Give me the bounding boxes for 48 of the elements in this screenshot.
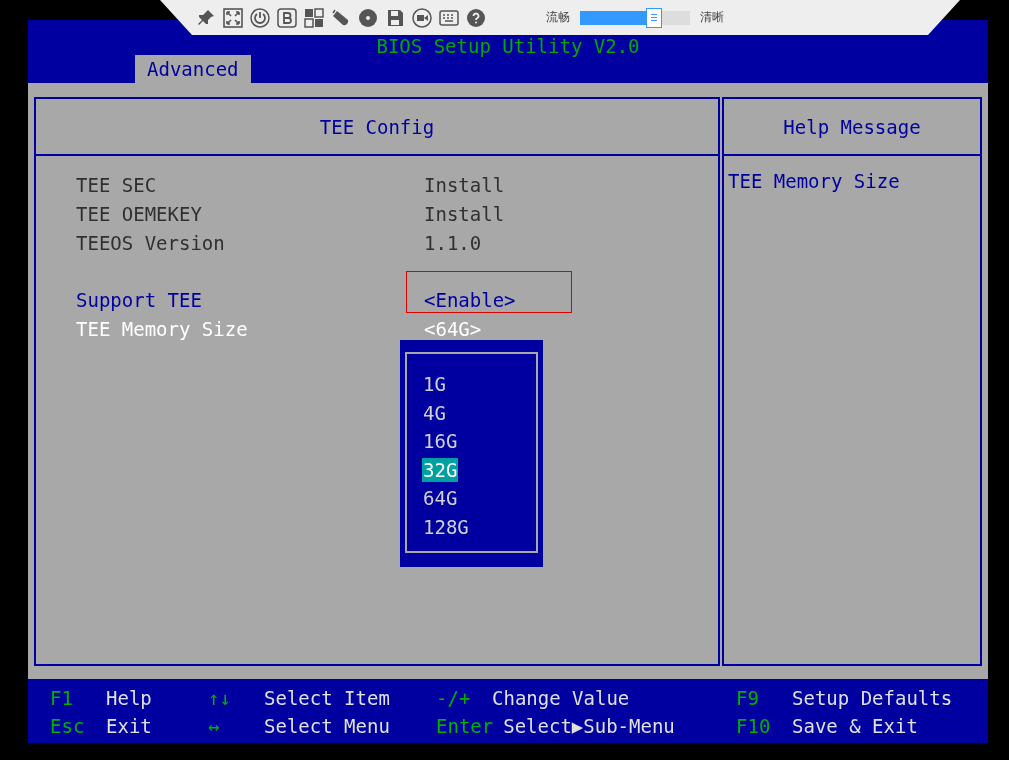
key-hint: Esc <box>50 714 86 737</box>
disc-icon[interactable] <box>358 7 378 28</box>
help-title: Help Message <box>783 115 921 138</box>
key-hint: F10 <box>736 714 772 737</box>
key-action: Select Item <box>264 686 390 709</box>
key-action: Help <box>106 686 152 709</box>
setting-label[interactable]: Support TEE <box>76 288 424 311</box>
option-item[interactable]: 128G <box>422 512 470 541</box>
setting-label: TEE SEC <box>76 173 158 196</box>
key-action: Select Menu <box>264 714 390 737</box>
setting-value[interactable]: <Enable> <box>424 288 516 311</box>
quality-high-label: 清晰 <box>700 9 724 26</box>
keyboard-icon[interactable] <box>439 7 459 28</box>
quality-low-label: 流畅 <box>546 9 570 26</box>
bios-title: BIOS Setup Utility V2.0 <box>376 35 640 57</box>
key-action: Setup Defaults <box>792 686 953 709</box>
pin-icon[interactable] <box>196 7 216 28</box>
setting-value: Install <box>424 173 505 196</box>
option-item[interactable]: 64G <box>422 484 459 513</box>
option-item[interactable]: 16G <box>422 427 459 456</box>
help-icon[interactable] <box>466 7 486 28</box>
setting-value: Install <box>424 202 505 225</box>
option-item[interactable]: 32G <box>422 457 459 482</box>
key-hint: Enter <box>436 714 494 737</box>
setting-value: 1.1.0 <box>424 231 482 254</box>
key-action: Change Value <box>492 686 630 709</box>
option-item[interactable]: 1G <box>422 370 447 399</box>
fullscreen-icon[interactable] <box>223 7 243 28</box>
floppy-icon[interactable] <box>385 7 405 28</box>
power-icon[interactable] <box>250 7 270 28</box>
key-hint: F1 <box>50 686 74 709</box>
key-hint: ↑↓ <box>208 686 232 709</box>
key-hint: ↔ <box>208 714 221 737</box>
panel-title: TEE Config <box>319 115 435 138</box>
key-action: Select▶Sub-Menu <box>503 714 675 737</box>
menu-tab[interactable]: Advanced <box>135 55 251 83</box>
key-hint: -/+ <box>436 686 472 709</box>
key-hint: F9 <box>736 686 760 709</box>
quality-slider[interactable] <box>580 10 690 25</box>
key-action: Save & Exit <box>792 714 918 737</box>
slider-thumb[interactable] <box>645 7 662 28</box>
help-text: TEE Memory Size <box>727 169 901 194</box>
key-action: Exit <box>106 714 152 737</box>
bold-b-icon[interactable] <box>277 7 297 28</box>
setting-label: TEE OEMEKEY <box>76 202 203 225</box>
setting-label: TEEOS Version <box>76 231 226 254</box>
video-camera-icon[interactable] <box>412 7 432 28</box>
option-item[interactable]: 4G <box>422 398 447 427</box>
